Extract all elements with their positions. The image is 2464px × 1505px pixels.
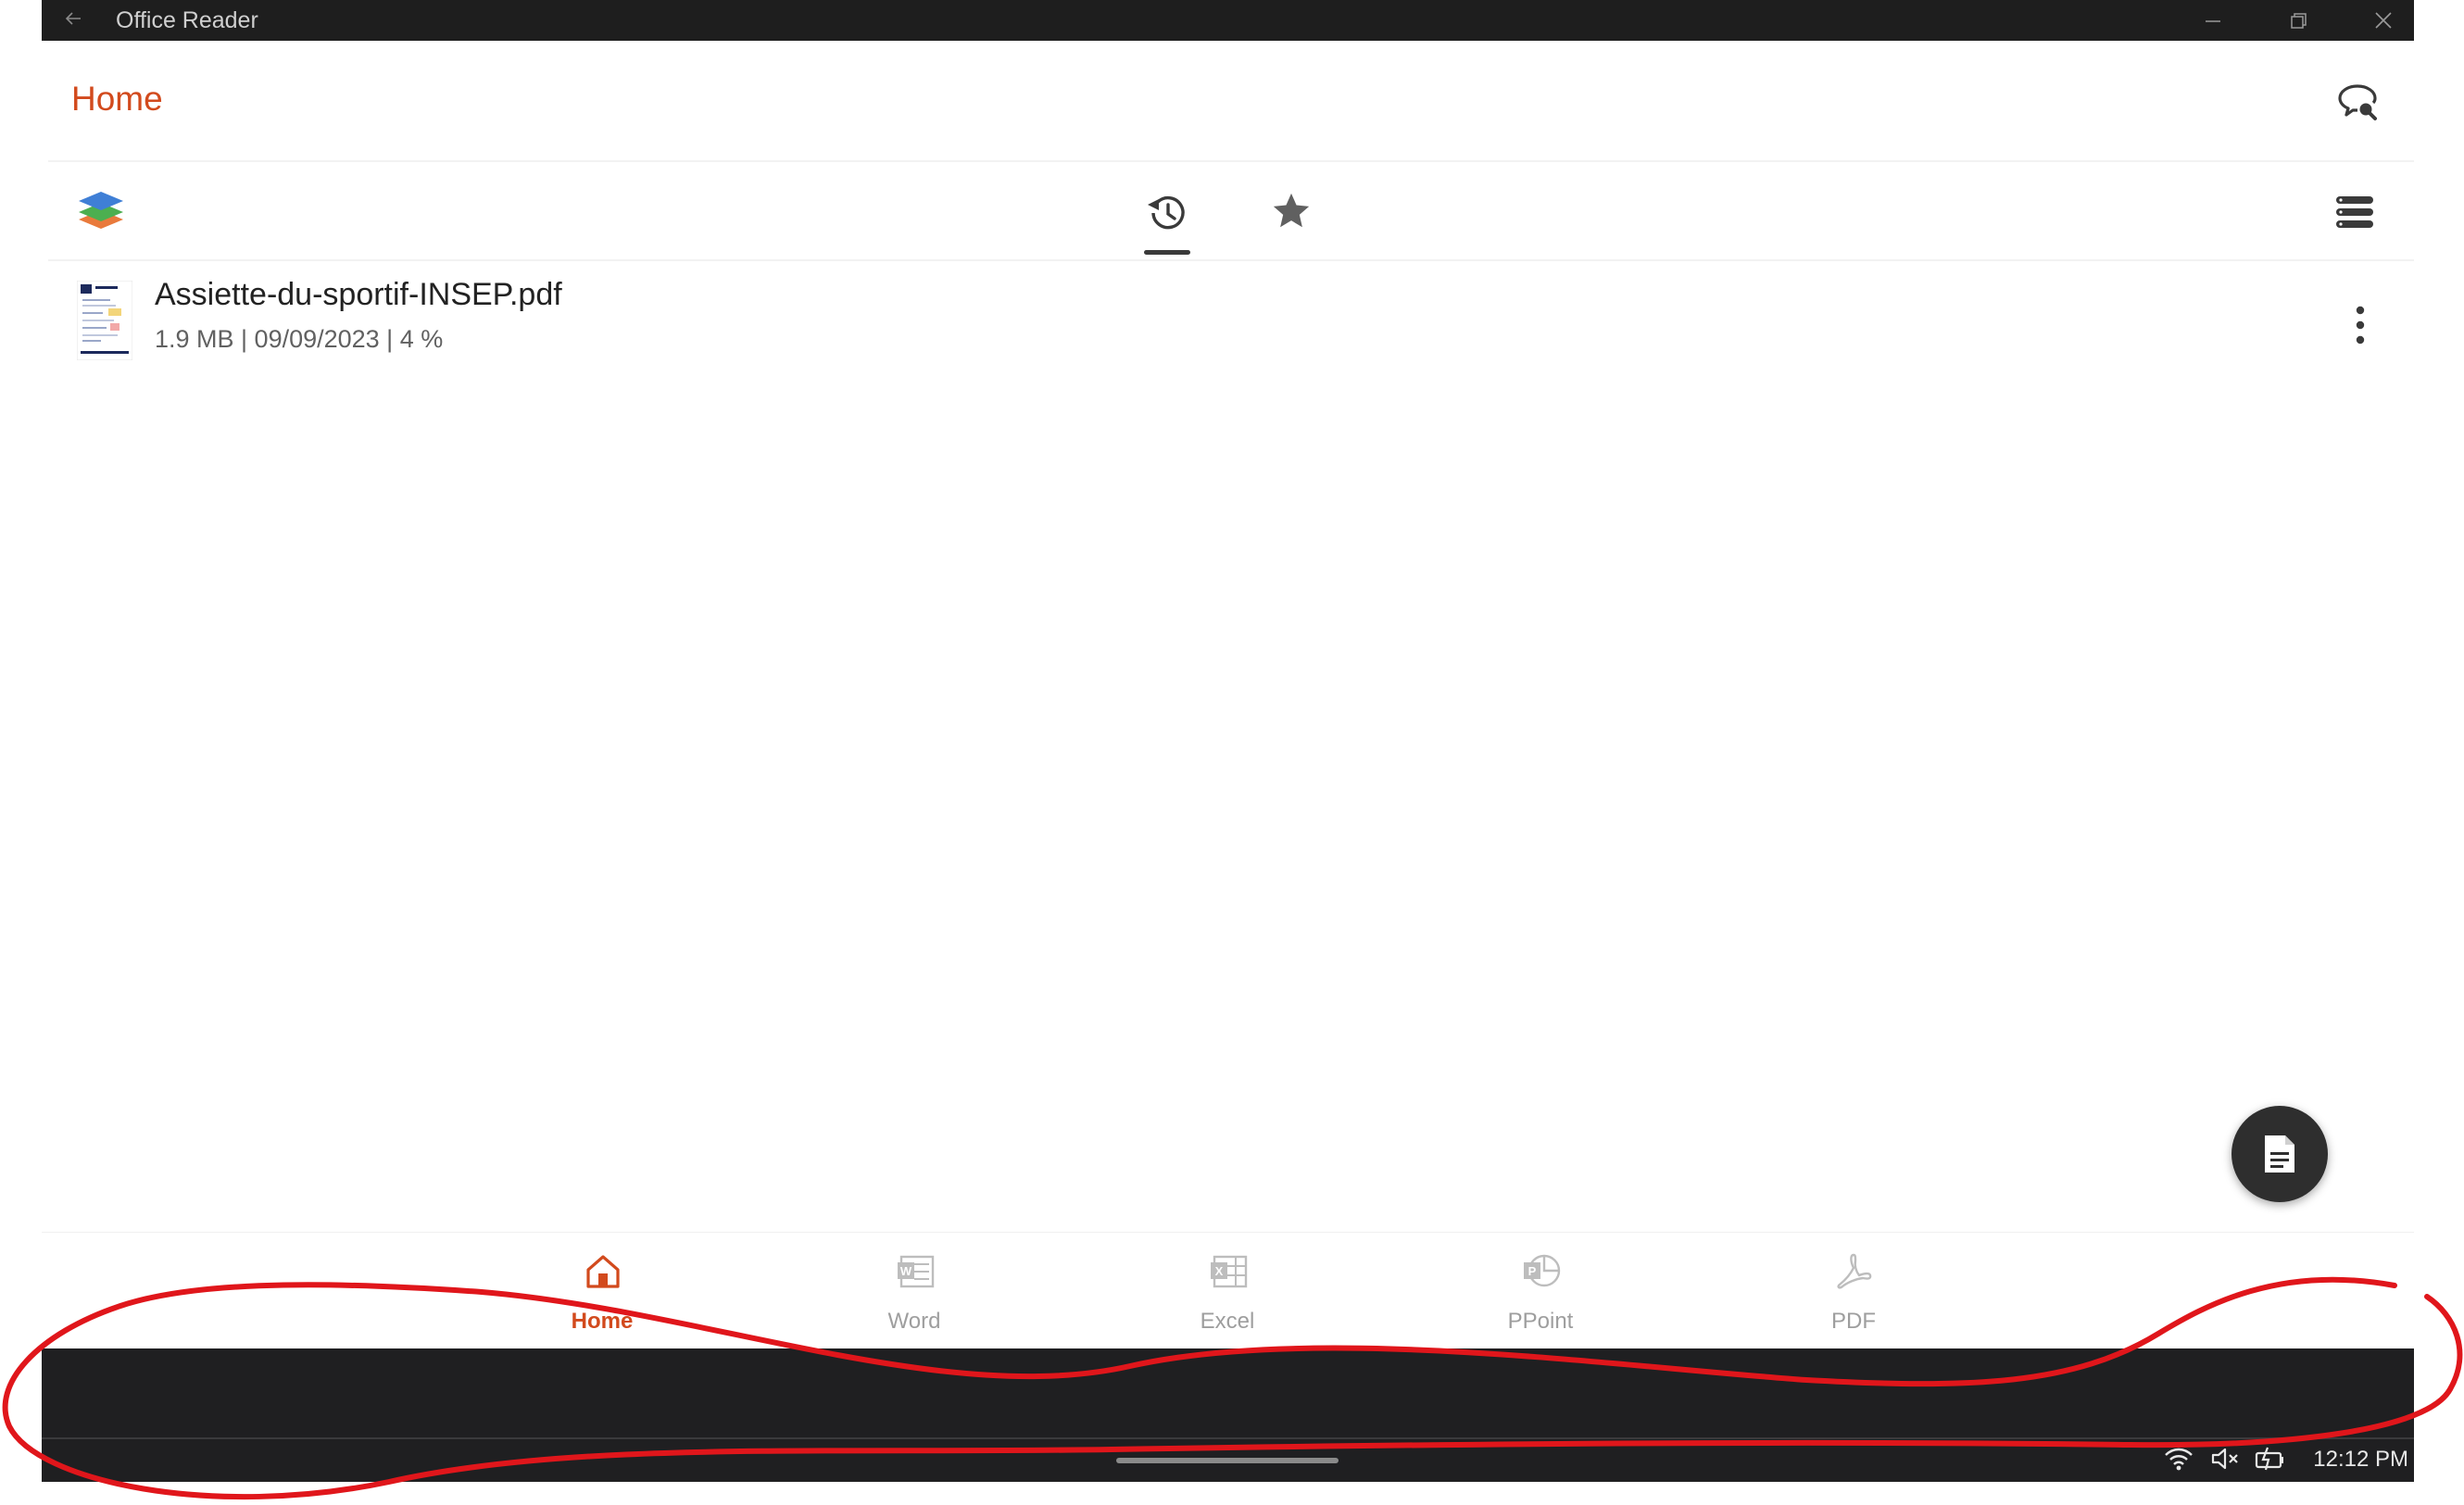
wifi-icon[interactable]	[2163, 1445, 2194, 1473]
close-icon[interactable]	[2367, 4, 2400, 37]
pdf-thumbnail	[77, 281, 132, 360]
nav-home[interactable]: Home	[509, 1233, 695, 1349]
svg-text:W: W	[900, 1264, 912, 1278]
volume-muted-icon[interactable]	[2209, 1445, 2241, 1473]
home-icon	[586, 1255, 620, 1288]
list-item[interactable]: Assiette-du-sportif-INSEP.pdf 1.9 MB | 0…	[42, 262, 2414, 373]
file-name: Assiette-du-sportif-INSEP.pdf	[155, 277, 562, 312]
excel-icon: X	[1211, 1255, 1248, 1288]
filter-toolbar	[42, 162, 2414, 259]
pdf-icon	[1837, 1253, 1872, 1289]
more-options-icon[interactable]	[2355, 305, 2366, 345]
recent-history-icon[interactable]	[1144, 190, 1190, 236]
star-icon[interactable]	[1270, 190, 1313, 232]
restore-icon[interactable]	[2282, 4, 2315, 37]
svg-text:X: X	[1215, 1264, 1224, 1278]
nav-excel[interactable]: X Excel	[1135, 1233, 1320, 1349]
window-titlebar: Office Reader	[42, 0, 2414, 41]
battery-charging-icon[interactable]	[2254, 1445, 2287, 1473]
nav-ppoint[interactable]: P PPoint	[1448, 1233, 1633, 1349]
list-view-icon[interactable]	[2332, 194, 2377, 230]
nav-pdf[interactable]: PDF	[1761, 1233, 1946, 1349]
system-clock: 12:12 PM	[2313, 1447, 2408, 1472]
nav-pdf-label: PDF	[1831, 1309, 1876, 1334]
gesture-handle[interactable]	[1116, 1458, 1339, 1463]
app-header: Home	[42, 41, 2414, 161]
app-window: Office Reader Home Assiette-du-sportif-I…	[42, 0, 2414, 1482]
nav-home-label: Home	[571, 1309, 634, 1334]
system-navigation-bar: 12:12 PM	[42, 1348, 2414, 1482]
bottom-navigation: Home W Word X Excel P PPoint PDF	[42, 1232, 2414, 1349]
layers-logo-icon[interactable]	[77, 186, 125, 234]
file-meta: 1.9 MB | 09/09/2023 | 4 %	[155, 325, 444, 353]
word-icon: W	[898, 1255, 935, 1288]
powerpoint-icon: P	[1524, 1254, 1561, 1287]
new-document-button[interactable]	[2231, 1106, 2328, 1202]
nav-excel-label: Excel	[1200, 1309, 1255, 1334]
search-icon[interactable]	[2336, 82, 2379, 124]
toolbar-divider	[48, 259, 2414, 261]
svg-text:P: P	[1528, 1264, 1537, 1278]
active-tab-indicator	[1144, 250, 1190, 255]
nav-ppoint-label: PPoint	[1507, 1309, 1574, 1334]
system-bar-separator	[42, 1437, 2414, 1439]
nav-word-label: Word	[887, 1309, 941, 1334]
window-title: Office Reader	[116, 7, 258, 33]
page-title: Home	[71, 80, 163, 118]
minimize-icon[interactable]	[2196, 4, 2230, 37]
document-icon	[2265, 1135, 2294, 1173]
nav-word[interactable]: W Word	[822, 1233, 1007, 1349]
back-arrow-icon[interactable]	[62, 7, 84, 30]
